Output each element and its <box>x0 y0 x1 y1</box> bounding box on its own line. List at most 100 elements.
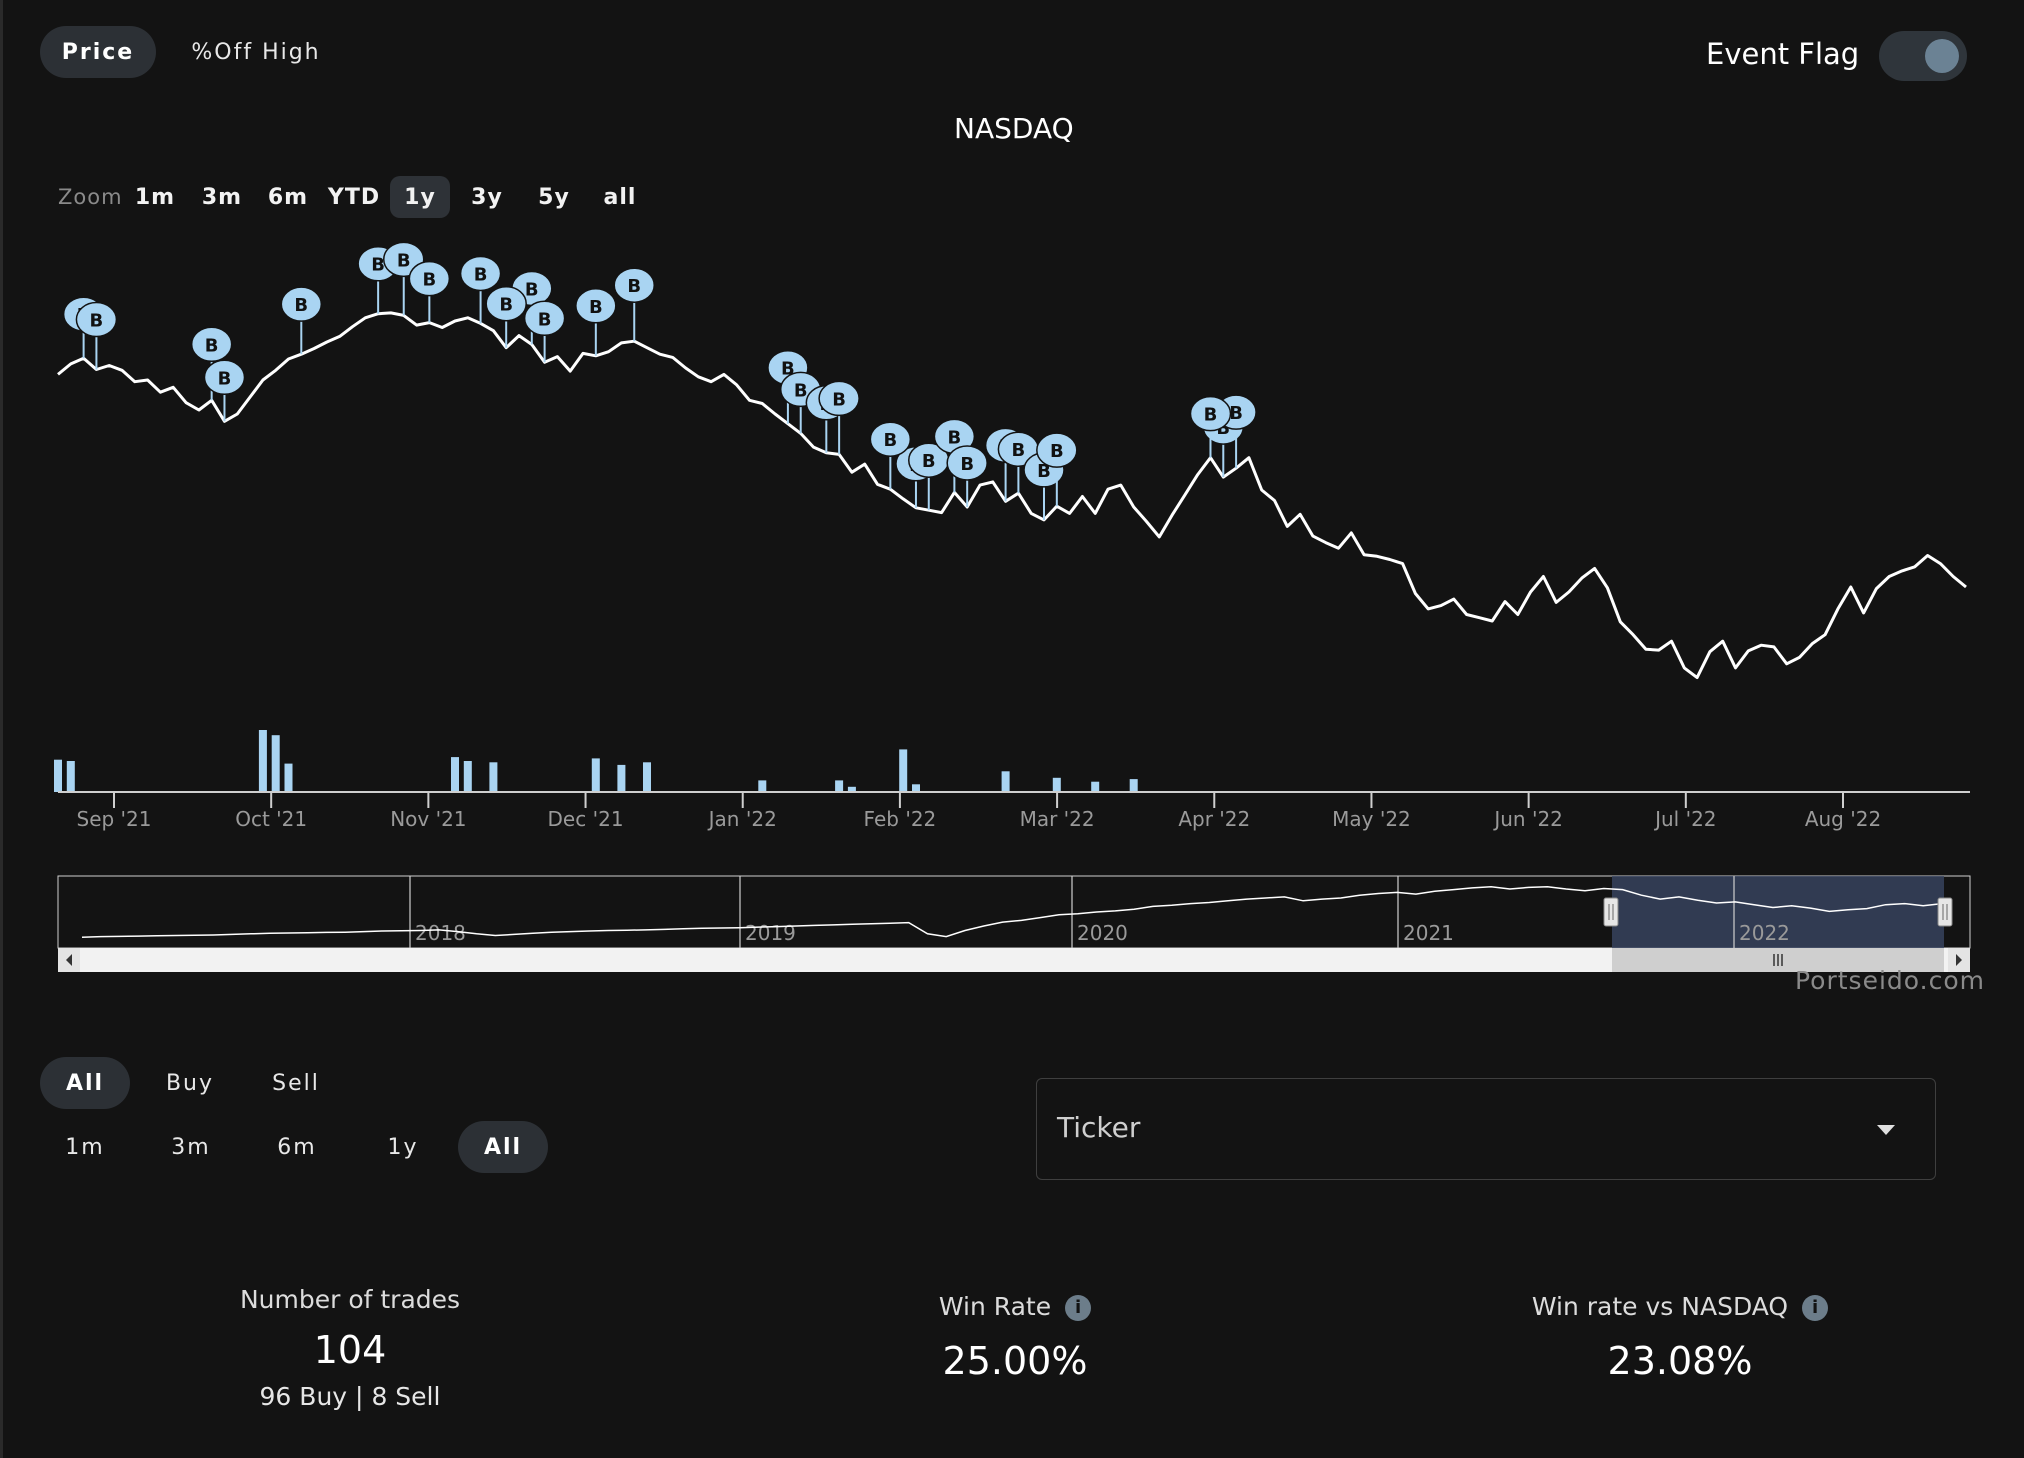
trades-breakdown: 96 Buy | 8 Sell <box>200 1382 500 1411</box>
buy-flag: B <box>523 300 566 363</box>
ticker-placeholder: Ticker <box>1057 1111 1141 1144</box>
x-tick-label: May '22 <box>1332 807 1411 831</box>
volume-bar <box>489 762 498 792</box>
buy-flag-letter: B <box>205 335 219 356</box>
price-series-line <box>57 311 1967 680</box>
volume-bar <box>66 761 75 792</box>
period-filter-1m-button[interactable]: 1m <box>40 1121 130 1173</box>
x-tick-label: Nov '21 <box>390 807 466 831</box>
buy-flag-letter: B <box>948 427 962 448</box>
navigator-tick-label: 2018 <box>415 921 466 945</box>
win-vs-value: 23.08% <box>1607 1339 1753 1383</box>
win-rate-label: Win Rate i <box>850 1292 1180 1321</box>
volume-bar <box>271 735 280 792</box>
trades-label: Number of trades <box>239 1285 461 1314</box>
navigator-tick-label: 2019 <box>745 921 796 945</box>
buy-flag: B <box>408 260 451 323</box>
x-tick-label: Aug '22 <box>1805 807 1881 831</box>
navigator-tick-label: 2020 <box>1077 921 1128 945</box>
x-axis-ticks: Sep '21 Oct '21 Nov '21 Dec '21 Jan '22 Feb '… <box>77 792 1881 831</box>
period-filter-6m-button[interactable]: 6m <box>252 1121 342 1173</box>
volume-bar <box>1001 771 1010 792</box>
buy-flag-letter: B <box>525 279 539 300</box>
x-tick-label: Jul '22 <box>1653 807 1716 831</box>
buy-label: Buy <box>299 1382 348 1411</box>
buy-flag: B <box>280 286 323 355</box>
x-tick-label: Dec '21 <box>548 807 624 831</box>
buy-flag-letter: B <box>922 451 936 472</box>
x-tick-label: Mar '22 <box>1020 807 1095 831</box>
volume-bar <box>835 780 844 792</box>
win-rate-stat: Win Rate i 25.00% <box>850 1292 1180 1383</box>
period-filter-all-button[interactable]: All <box>458 1121 548 1173</box>
navigator-tick-label: 2022 <box>1739 921 1790 945</box>
buy-flag-letter: B <box>218 368 232 389</box>
range-navigator: 2018 2019 2020 2021 2022 <box>57 875 1971 949</box>
sell-count: 8 <box>371 1382 388 1411</box>
buy-flag-letter: B <box>960 454 974 475</box>
buy-flag-letter: B <box>1229 403 1243 424</box>
volume-bar <box>617 764 626 792</box>
volume-bars <box>54 730 1138 793</box>
ticker-select[interactable]: Ticker <box>1036 1078 1936 1180</box>
buy-flag-letter: B <box>883 430 897 451</box>
type-filter-buy-button[interactable]: Buy <box>146 1057 234 1109</box>
x-tick-label: Jun '22 <box>1492 807 1563 831</box>
x-tick-label: Oct '21 <box>235 807 307 831</box>
win-vs-stat: Win rate vs NASDAQ i 23.08% <box>1470 1292 1890 1383</box>
buy-flag: B <box>613 267 655 342</box>
volume-bar <box>258 730 267 792</box>
buy-flag: B <box>575 288 617 356</box>
volume-bar <box>451 757 459 792</box>
volume-bar <box>591 758 600 792</box>
buy-flag-letter: B <box>474 264 488 285</box>
buy-flag-letter: B <box>90 311 104 332</box>
buy-flags: BBBBBBBBBBBBBBBBBBBBBBBBBBBBBBB <box>62 241 1257 520</box>
buy-flag-letter: B <box>794 380 808 401</box>
volume-bar <box>912 784 920 793</box>
navigator-scrollbar <box>58 948 1970 972</box>
buy-flag-letter: B <box>832 389 846 410</box>
x-tick-label: Jan '22 <box>707 807 777 831</box>
buy-flag-letter: B <box>499 295 513 316</box>
navigator-right-handle <box>1937 897 1953 927</box>
x-tick-label: Sep '21 <box>77 807 152 831</box>
win-vs-label: Win rate vs NASDAQ i <box>1470 1292 1890 1321</box>
volume-bar <box>643 762 651 792</box>
dropdown-arrow-icon <box>1877 1125 1895 1135</box>
trades-stat: Number of trades 104 96 Buy | 8 Sell <box>200 1285 500 1411</box>
volume-bar <box>758 780 767 792</box>
buy-flag-letter: B <box>1012 440 1026 461</box>
volume-bar <box>463 761 472 792</box>
navigator-tick-label: 2021 <box>1403 921 1454 945</box>
win-vs-info-icon[interactable]: i <box>1802 1295 1829 1321</box>
buy-flag-letter: B <box>589 297 603 318</box>
win-rate-info-icon[interactable]: i <box>1065 1295 1092 1321</box>
volume-bar <box>54 759 62 792</box>
win-rate-value: 25.00% <box>942 1339 1088 1383</box>
brand-watermark: Portseido.com <box>1795 966 1985 995</box>
period-filter-3m-button[interactable]: 3m <box>146 1121 236 1173</box>
buy-flag-letter: B <box>627 276 641 297</box>
volume-bar <box>1052 777 1061 792</box>
buy-flag-letter: B <box>294 295 308 316</box>
x-tick-label: Feb '22 <box>864 807 937 831</box>
navigator-left-handle <box>1603 897 1619 927</box>
buy-flag-letter: B <box>422 270 436 291</box>
buy-flag-letter: B <box>397 250 411 271</box>
volume-bar <box>1129 779 1138 792</box>
trades-value: 104 <box>313 1328 387 1372</box>
price-chart[interactable]: Sep '21 Oct '21 Nov '21 Dec '21 Jan '22 Feb '… <box>0 0 2024 1000</box>
buy-flag-letter: B <box>538 309 552 330</box>
buy-count: 96 <box>259 1382 292 1411</box>
buy-flag-letter: B <box>1204 405 1218 426</box>
buy-flag-letter: B <box>371 255 385 276</box>
buy-flag: B <box>946 445 988 507</box>
sell-label: Sell <box>395 1382 441 1411</box>
type-filter-sell-button[interactable]: Sell <box>252 1057 340 1109</box>
volume-bar <box>284 763 293 792</box>
period-filter-1y-button[interactable]: 1y <box>358 1121 448 1173</box>
type-filter-all-button[interactable]: All <box>40 1057 130 1109</box>
buy-flag-letter: B <box>1050 441 1064 462</box>
volume-bar <box>1091 781 1100 792</box>
